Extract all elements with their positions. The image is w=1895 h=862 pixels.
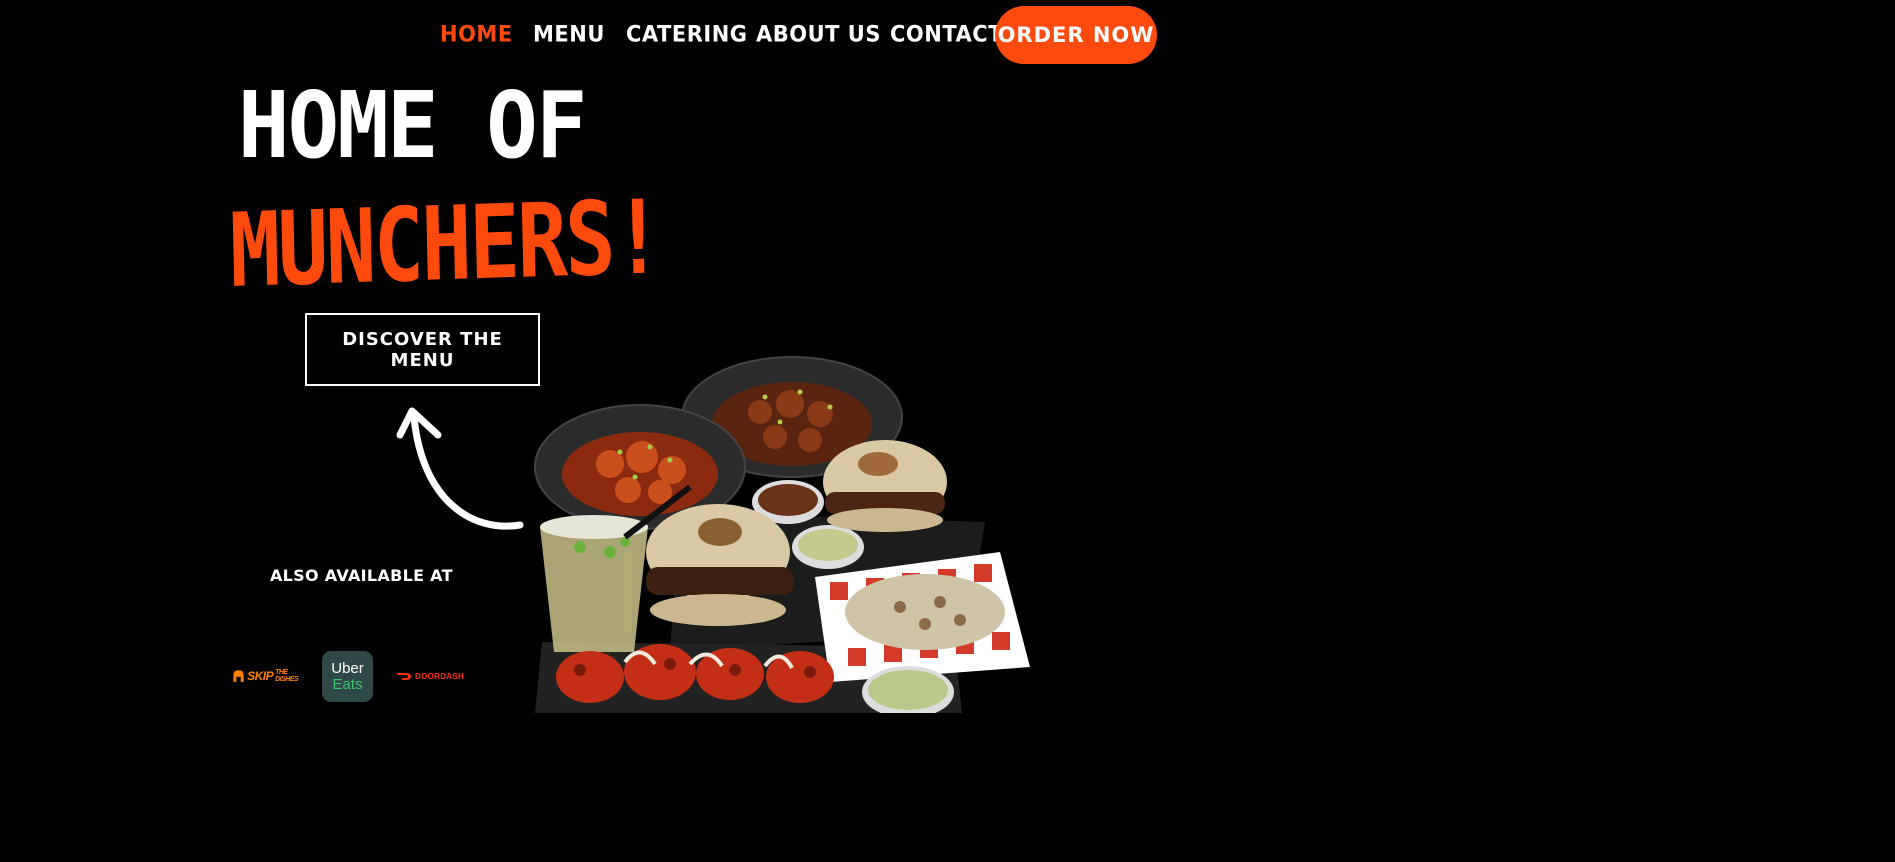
- skip-name: SKIP: [247, 669, 274, 683]
- order-now-button[interactable]: ORDER NOW: [995, 6, 1157, 64]
- also-available-label: ALSO AVAILABLE AT: [270, 566, 453, 585]
- uber-eats-logo[interactable]: Uber Eats: [322, 651, 373, 702]
- hero-title-line1: HOME OF: [238, 72, 587, 179]
- skip-subname: THE DISHES: [275, 669, 299, 683]
- skip-mark-icon: [233, 670, 244, 682]
- discover-menu-button[interactable]: DISCOVER THE MENU: [305, 313, 540, 386]
- nav-menu[interactable]: MENU: [533, 19, 605, 48]
- nav-contact[interactable]: CONTACT: [890, 19, 1003, 48]
- top-navigation: HOME MENU CATERING ABOUT US CONTACT ORDE…: [0, 0, 1568, 70]
- curved-arrow-icon: [396, 407, 524, 530]
- doordash-logo[interactable]: DOORDASH: [396, 668, 464, 684]
- nav-about-us[interactable]: ABOUT US: [756, 19, 881, 48]
- uber-word: Uber: [331, 659, 364, 677]
- hero-title-line2: MUNCHERS!: [228, 178, 663, 311]
- doordash-mark-icon: [396, 672, 411, 680]
- skip-the-dishes-logo[interactable]: SKIP THE DISHES: [232, 663, 302, 689]
- doordash-name: DOORDASH: [415, 671, 465, 681]
- nav-catering[interactable]: CATERING: [626, 19, 748, 48]
- food-platter-image: [534, 356, 1030, 713]
- eats-word: Eats: [332, 675, 363, 693]
- nav-home[interactable]: HOME: [440, 19, 513, 48]
